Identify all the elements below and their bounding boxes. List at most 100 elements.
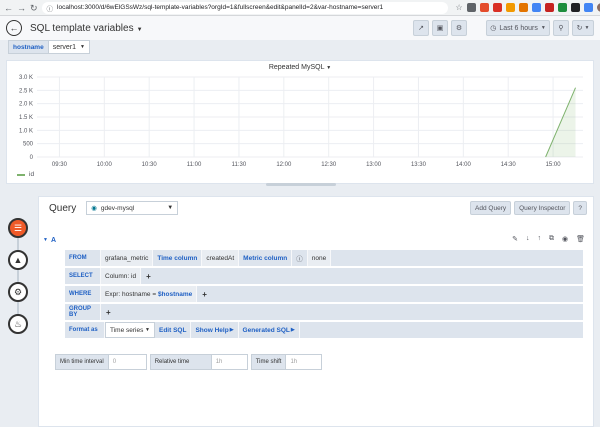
help-button[interactable]: ? <box>573 201 587 215</box>
trash-icon[interactable]: 🗑 <box>576 235 585 243</box>
metric-column-value[interactable]: none <box>307 250 332 266</box>
datasource-select[interactable]: ◉ gdev-mysql ▼ <box>86 201 179 215</box>
extension-7-icon[interactable] <box>544 3 554 12</box>
query-title: Query <box>49 202 77 214</box>
legend: id <box>17 171 34 178</box>
editor-sidebar-line <box>17 226 19 326</box>
from-row: FROM grafana_metric Time column createdA… <box>65 250 583 266</box>
query-editor: Query ◉ gdev-mysql ▼ Add Query Query Ins… <box>38 196 594 427</box>
share-button[interactable]: ↗ <box>413 20 429 36</box>
add-select-button[interactable]: + <box>141 268 156 284</box>
line-chart: 0 500 1.0 K 1.5 K 2.0 K 2.5 K 3.0 K 09:30 10:00 1… <box>19 75 583 168</box>
query-inspector-button[interactable]: Query Inspector <box>514 201 571 215</box>
generated-sql-button[interactable]: Generated SQL ▶ <box>238 322 300 338</box>
x-tick-label: 12:00 <box>276 162 292 168</box>
visualization-tab[interactable]: ▲ <box>8 250 28 270</box>
caret-down-icon: ▼ <box>584 25 590 31</box>
select-column[interactable]: Column: id <box>101 268 142 284</box>
format-value: Time series <box>110 326 144 334</box>
time-picker-button[interactable]: ◷ Last 6 hours ▼ <box>486 20 550 36</box>
x-tick-label: 14:00 <box>456 162 472 168</box>
back-arrow-icon[interactable]: ← <box>4 3 13 13</box>
eye-icon[interactable]: ◉ <box>562 235 568 243</box>
x-tick-label: 13:30 <box>411 162 427 168</box>
where-expression[interactable]: Expr: hostname = $hostname <box>101 286 198 302</box>
forward-arrow-icon[interactable]: → <box>17 3 26 13</box>
collapse-icon[interactable]: ▼ <box>43 237 48 243</box>
min-interval-input[interactable]: 0 <box>108 354 147 370</box>
y-tick-label: 0 <box>30 155 34 161</box>
extension-4-icon[interactable] <box>505 3 515 12</box>
query-actions: Add Query Query Inspector ? <box>470 201 587 215</box>
panel-title-text: Repeated MySQL <box>268 64 325 71</box>
extension-6-icon[interactable] <box>531 3 541 12</box>
extension-5-icon[interactable] <box>518 3 528 12</box>
reload-icon[interactable]: ↻ <box>30 3 38 13</box>
extension-8-icon[interactable] <box>557 3 567 12</box>
time-column-value[interactable]: createdAt <box>202 250 240 266</box>
copy-icon[interactable]: ⧉ <box>549 235 554 243</box>
header-actions: ↗ ▣ ⚙ ◷ Last 6 hours ▼ ⚲ ↻ ▼ <box>413 20 594 36</box>
caret-down-icon: ▼ <box>167 205 174 211</box>
chart-icon: ▲ <box>13 255 23 265</box>
add-group-by-button[interactable]: + <box>101 304 116 320</box>
info-icon: ⓘ <box>46 5 54 13</box>
extension-9-icon[interactable] <box>570 3 580 12</box>
extension-10-icon[interactable] <box>583 3 593 12</box>
time-column-label: Time column <box>153 250 203 266</box>
pencil-icon[interactable]: ✎ <box>512 235 518 243</box>
time-shift-input[interactable]: 1h <box>286 354 323 370</box>
variable-value: server1 <box>52 43 77 51</box>
settings-button[interactable]: ⚙ <box>451 20 467 36</box>
queries-tab[interactable]: ☰ <box>8 218 28 238</box>
panel-title[interactable]: Repeated MySQL ▼ <box>7 64 593 71</box>
caret-down-icon: ▼ <box>145 327 150 333</box>
panel-resize-handle[interactable] <box>266 183 336 186</box>
select-keyword: SELECT <box>65 268 101 284</box>
browser-toolbar: ← → ↻ ⓘ localhost:3000/d/6wElGSsWz/sql-t… <box>0 0 600 16</box>
group-by-row: GROUP BY + <box>65 304 583 320</box>
extension-1-icon[interactable] <box>466 3 476 12</box>
time-shift-label: Time shift <box>250 354 287 370</box>
y-tick-label: 500 <box>23 142 34 148</box>
graph-panel: Repeated MySQL ▼ 0 500 1.0 K 1.5 K 2.0 K 2.5 … <box>6 60 594 184</box>
star-icon[interactable]: ☆ <box>456 3 463 12</box>
relative-time-input[interactable]: 1h <box>211 354 248 370</box>
save-button[interactable]: ▣ <box>432 20 448 36</box>
add-where-button[interactable]: + <box>197 286 212 302</box>
arrow-down-icon[interactable]: ↓ <box>526 235 530 243</box>
select-row: SELECT Column: id + <box>65 268 583 284</box>
show-help-button[interactable]: Show Help ▶ <box>191 322 239 338</box>
format-select[interactable]: Time series ▼ <box>105 322 155 338</box>
info-icon[interactable]: ⓘ <box>292 250 308 266</box>
refresh-button[interactable]: ↻ ▼ <box>572 20 594 36</box>
x-tick-label: 15:00 <box>546 162 562 168</box>
show-help-label: Show Help <box>195 326 229 334</box>
query-ref-id[interactable]: A <box>51 237 56 244</box>
general-tab[interactable]: ⚙ <box>8 282 28 302</box>
y-tick-label: 1.5 K <box>19 115 33 121</box>
zoom-out-button[interactable]: ⚲ <box>553 20 569 36</box>
alert-tab[interactable]: ♨ <box>8 314 28 334</box>
arrow-up-icon[interactable]: ↑ <box>538 235 542 243</box>
extension-2-icon[interactable] <box>479 3 489 12</box>
format-keyword: Format as <box>65 322 105 338</box>
address-bar[interactable]: ⓘ localhost:3000/d/6wElGSsWz/sql-templat… <box>41 1 448 14</box>
variable-select[interactable]: server1 ▼ <box>48 40 90 54</box>
edit-sql-button[interactable]: Edit SQL <box>155 322 192 338</box>
extension-icons: ☆ ⋮ <box>456 3 600 12</box>
y-tick-label: 2.5 K <box>19 88 33 94</box>
back-button[interactable]: ← <box>6 20 22 36</box>
dashboard-title[interactable]: SQL template variables ▼ <box>30 23 143 34</box>
format-row: Format as Time series ▼ Edit SQL Show Hel… <box>65 322 583 338</box>
query-header: Query ◉ gdev-mysql ▼ <box>49 201 179 215</box>
legend-label[interactable]: id <box>29 171 34 178</box>
database-icon: ☰ <box>13 222 23 233</box>
query-options: Min time interval 0 Relative time 1h Tim… <box>55 354 325 370</box>
where-keyword: WHERE <box>65 286 101 302</box>
where-expression-variable: $hostname <box>157 290 193 298</box>
extension-3-icon[interactable] <box>492 3 502 12</box>
add-query-button[interactable]: Add Query <box>470 201 512 215</box>
row-filler <box>299 322 583 338</box>
from-table[interactable]: grafana_metric <box>101 250 154 266</box>
